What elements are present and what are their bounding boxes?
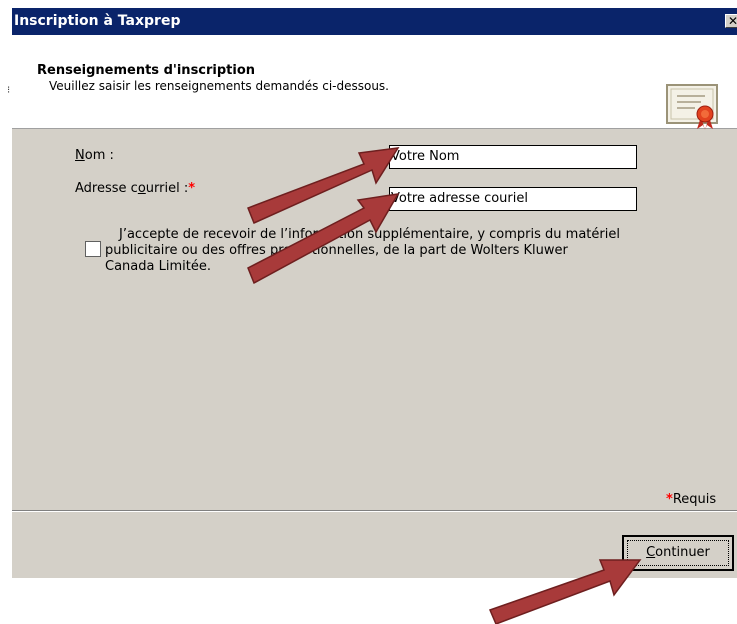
header-subtitle: Veuillez saisir les renseignements deman…	[49, 79, 389, 93]
required-legend: *Requis	[666, 492, 717, 507]
email-label: Adresse courriel :*	[75, 181, 196, 196]
close-icon: ✕	[727, 14, 737, 28]
window-title: Inscription à Taxprep	[14, 13, 181, 29]
name-label: Nom :	[75, 148, 114, 163]
consent-text: J’accepte de recevoir de l’information s…	[105, 227, 620, 274]
registration-dialog: Inscription à Taxprep ✕ Renseignements d…	[12, 8, 737, 578]
header-title: Renseignements d'inscription	[37, 63, 256, 78]
dialog-header: Renseignements d'inscription Veuillez sa…	[12, 35, 737, 130]
footer-separator	[12, 510, 737, 512]
email-input[interactable]: Votre adresse couriel	[389, 187, 637, 211]
consent-checkbox[interactable]	[85, 241, 101, 257]
title-bar: Inscription à Taxprep ✕	[12, 8, 737, 35]
name-input[interactable]: Votre Nom	[389, 145, 637, 169]
continue-button[interactable]: Continuer	[622, 535, 734, 571]
required-asterisk: *	[188, 181, 196, 196]
certificate-icon	[666, 84, 718, 130]
close-button[interactable]: ✕	[725, 14, 737, 28]
side-mark: ⁝	[7, 85, 11, 96]
